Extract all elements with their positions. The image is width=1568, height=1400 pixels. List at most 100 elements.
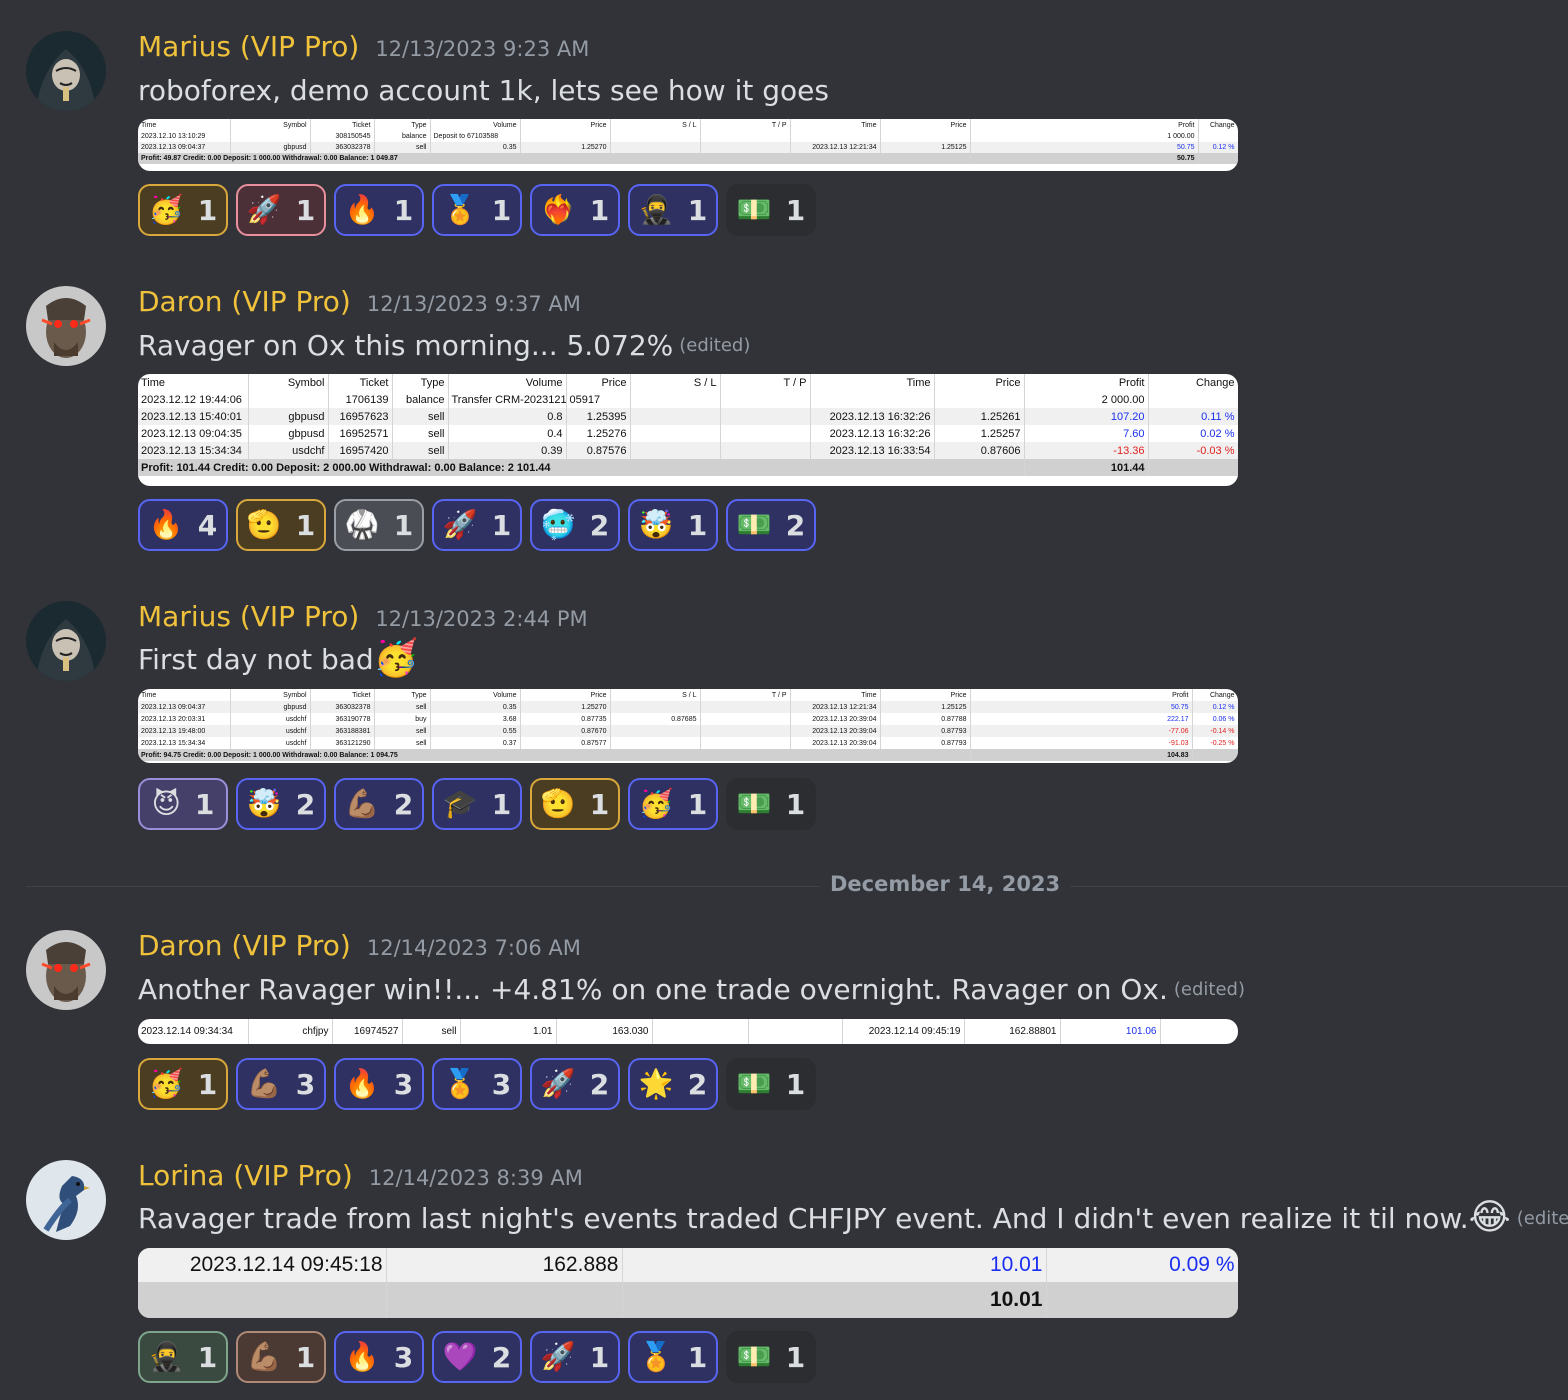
reaction-exploding-head[interactable]: 🤯 1: [628, 499, 718, 551]
reaction-partying-face[interactable]: 🥳 1: [138, 184, 228, 236]
table-row[interactable]: 2023.12.13 15:34:34 usdchf 16957420 sell…: [138, 442, 1238, 459]
column-header[interactable]: Price: [880, 689, 971, 701]
column-header[interactable]: Time: [138, 374, 249, 391]
reaction-fire[interactable]: 🔥 3: [334, 1058, 424, 1110]
trade-table: Time Symbol Ticket Type Volume Price S /…: [138, 374, 1238, 476]
reaction-rocket[interactable]: 🚀 1: [530, 1331, 620, 1383]
reaction-ninja[interactable]: 🥷 1: [628, 184, 718, 236]
column-header[interactable]: Price: [520, 119, 611, 131]
table-row[interactable]: 2023.12.14 09:34:34 chfjpy 16974527 sell…: [138, 1019, 1238, 1044]
reaction-martial-arts-uniform[interactable]: 🥋 1: [334, 499, 424, 551]
column-header[interactable]: S / L: [630, 374, 721, 391]
column-header[interactable]: Price: [880, 119, 971, 131]
username[interactable]: Daron (VIP Pro): [138, 285, 351, 318]
column-header[interactable]: Change: [1148, 374, 1238, 391]
column-header[interactable]: Change: [1192, 689, 1238, 701]
reaction-saluting-face[interactable]: 🫡 1: [530, 778, 620, 830]
table-row[interactable]: 2023.12.13 15:40:01 gbpusd 16957623 sell…: [138, 408, 1238, 425]
column-header[interactable]: Profit: [1024, 374, 1149, 391]
reaction-dollar-banknote[interactable]: 💵 2: [726, 499, 816, 551]
reaction-saluting-face[interactable]: 🫡 1: [236, 499, 326, 551]
column-header[interactable]: T / P: [700, 119, 791, 131]
reaction-graduation-cap[interactable]: 🎓 1: [432, 778, 522, 830]
avatar[interactable]: [26, 286, 106, 366]
column-header[interactable]: Time: [810, 374, 935, 391]
trade-history-screenshot[interactable]: 2023.12.14 09:45:18 162.888 10.01 0.09 %…: [138, 1248, 1238, 1318]
reaction-star[interactable]: 🌟 2: [628, 1058, 718, 1110]
reaction-medal[interactable]: 🏅 3: [432, 1058, 522, 1110]
table-row[interactable]: 2023.12.14 09:45:18 162.888 10.01 0.09 %: [138, 1248, 1238, 1282]
username[interactable]: Lorina (VIP Pro): [138, 1159, 353, 1192]
username[interactable]: Daron (VIP Pro): [138, 929, 351, 962]
column-header[interactable]: Time: [138, 689, 231, 701]
column-header[interactable]: Ticket: [310, 689, 375, 701]
reaction-dollar-banknote[interactable]: 💵 1: [726, 184, 816, 236]
table-row[interactable]: 2023.12.13 09:04:37 gbpusd 363032378 sel…: [138, 701, 1238, 713]
reaction-ninja[interactable]: 🥷 1: [138, 1331, 228, 1383]
reaction-dollar-banknote[interactable]: 💵 1: [726, 778, 816, 830]
avatar[interactable]: [26, 31, 106, 111]
reaction-rocket[interactable]: 🚀 2: [530, 1058, 620, 1110]
reaction-purple-heart[interactable]: 💜 2: [432, 1331, 522, 1383]
column-header[interactable]: Time: [138, 119, 231, 131]
column-header[interactable]: Price: [934, 374, 1025, 391]
table-row[interactable]: 2023.12.13 09:04:35 gbpusd 16952571 sell…: [138, 425, 1238, 442]
column-header[interactable]: S / L: [610, 689, 701, 701]
column-header[interactable]: Symbol: [248, 374, 329, 391]
table-row[interactable]: 2023.12.13 20:03:31 usdchf 363190778 buy…: [138, 713, 1238, 725]
reaction-medal[interactable]: 🏅 1: [432, 184, 522, 236]
reaction-fire[interactable]: 🔥 4: [138, 499, 228, 551]
trade-history-screenshot[interactable]: Time Symbol Ticket Type Volume Price S /…: [138, 689, 1238, 763]
column-header[interactable]: Volume: [448, 374, 567, 391]
column-header[interactable]: Ticket: [328, 374, 393, 391]
avatar[interactable]: [26, 601, 106, 681]
reaction-dollar-banknote[interactable]: 💵 1: [726, 1058, 816, 1110]
trade-history-screenshot[interactable]: Time Symbol Ticket Type Volume Price S /…: [138, 374, 1238, 486]
column-header[interactable]: T / P: [700, 689, 791, 701]
reaction-cold-face[interactable]: 🥶 2: [530, 499, 620, 551]
table-cell: 0.87670: [520, 725, 611, 737]
reaction-rocket[interactable]: 🚀 1: [432, 499, 522, 551]
avatar[interactable]: [26, 1160, 106, 1240]
trade-history-screenshot[interactable]: Time Symbol Ticket Type Volume Price S /…: [138, 119, 1238, 171]
column-header[interactable]: Price: [520, 689, 611, 701]
reaction-fire[interactable]: 🔥 1: [334, 184, 424, 236]
reaction-flexed-biceps[interactable]: 💪🏽 1: [236, 1331, 326, 1383]
column-header[interactable]: Time: [790, 689, 881, 701]
reaction-rocket[interactable]: 🚀 1: [236, 184, 326, 236]
table-row[interactable]: 2023.12.13 19:48:00 usdchf 363188381 sel…: [138, 725, 1238, 737]
reaction-heart-on-fire[interactable]: ❤️‍🔥 1: [530, 184, 620, 236]
reaction-partying-face[interactable]: 🥳 1: [628, 778, 718, 830]
column-header[interactable]: S / L: [610, 119, 701, 131]
table-row[interactable]: 2023.12.13 15:34:34 usdchf 363121290 sel…: [138, 737, 1238, 749]
column-header[interactable]: Volume: [430, 689, 521, 701]
reaction-smiling-devil[interactable]: 😈 1: [138, 778, 228, 830]
column-header[interactable]: T / P: [720, 374, 811, 391]
avatar[interactable]: [26, 930, 106, 1010]
column-header[interactable]: Symbol: [230, 689, 311, 701]
table-cell: [720, 425, 811, 442]
column-header[interactable]: Price: [566, 374, 631, 391]
reaction-exploding-head[interactable]: 🤯 2: [236, 778, 326, 830]
column-header[interactable]: Profit: [970, 689, 1193, 701]
column-header[interactable]: Change: [1198, 119, 1238, 131]
trade-history-screenshot[interactable]: 2023.12.14 09:34:34 chfjpy 16974527 sell…: [138, 1019, 1238, 1044]
column-header[interactable]: Time: [790, 119, 881, 131]
column-header[interactable]: Volume: [430, 119, 521, 131]
column-header[interactable]: Profit: [970, 119, 1199, 131]
reaction-flexed-biceps[interactable]: 💪🏽 3: [236, 1058, 326, 1110]
column-header[interactable]: Type: [374, 119, 431, 131]
column-header[interactable]: Type: [374, 689, 431, 701]
reaction-partying-face[interactable]: 🥳 1: [138, 1058, 228, 1110]
username[interactable]: Marius (VIP Pro): [138, 600, 359, 633]
reaction-medal[interactable]: 🏅 1: [628, 1331, 718, 1383]
column-header[interactable]: Symbol: [230, 119, 311, 131]
reaction-flexed-biceps[interactable]: 💪🏽 2: [334, 778, 424, 830]
column-header[interactable]: Ticket: [310, 119, 375, 131]
reaction-dollar-banknote[interactable]: 💵 1: [726, 1331, 816, 1383]
reaction-fire[interactable]: 🔥 3: [334, 1331, 424, 1383]
table-row[interactable]: 2023.12.13 09:04:37 gbpusd 363032378 sel…: [138, 142, 1238, 153]
column-header[interactable]: Type: [392, 374, 449, 391]
table-cell: [610, 701, 701, 713]
username[interactable]: Marius (VIP Pro): [138, 30, 359, 63]
